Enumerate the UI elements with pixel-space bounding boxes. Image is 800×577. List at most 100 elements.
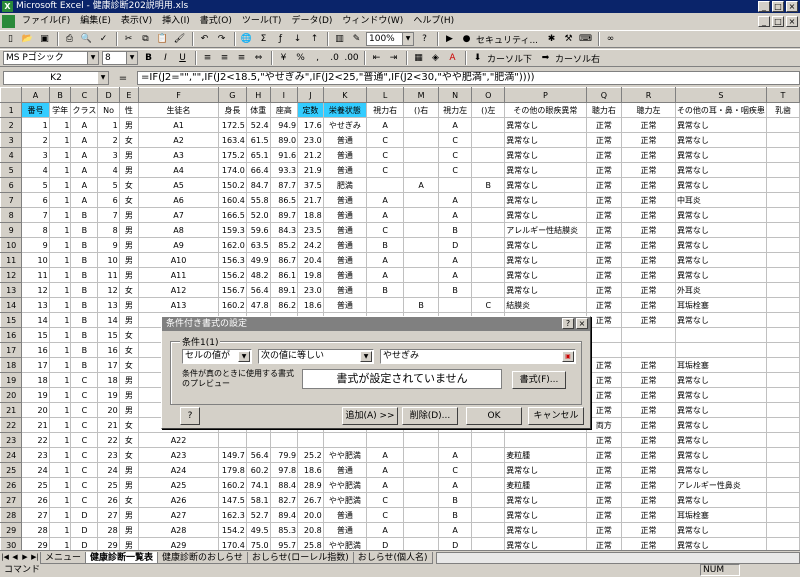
cell[interactable] bbox=[765, 432, 800, 448]
header-cell[interactable]: クラス bbox=[70, 102, 99, 118]
cell[interactable]: 普通 bbox=[322, 522, 368, 538]
cell[interactable]: 23.5 bbox=[297, 222, 324, 238]
cell[interactable]: 13 bbox=[21, 297, 50, 313]
cell[interactable]: 10 bbox=[97, 252, 120, 268]
row-header[interactable]: 9 bbox=[0, 222, 23, 238]
row-header[interactable]: 27 bbox=[0, 492, 23, 508]
cell[interactable] bbox=[471, 237, 506, 253]
cell[interactable]: 異常なし bbox=[504, 492, 587, 508]
underline-icon[interactable]: U bbox=[175, 51, 190, 66]
column-header[interactable]: K bbox=[322, 87, 368, 103]
cell[interactable] bbox=[403, 492, 439, 508]
cell[interactable]: 男 bbox=[118, 372, 140, 388]
cell[interactable] bbox=[403, 477, 439, 493]
cell[interactable] bbox=[471, 522, 506, 538]
function-icon[interactable]: ƒ bbox=[273, 32, 288, 47]
cell[interactable] bbox=[471, 477, 506, 493]
cell[interactable]: 55.8 bbox=[245, 192, 271, 208]
zoom-select[interactable]: 100% ▼ bbox=[366, 32, 414, 46]
cell[interactable] bbox=[403, 147, 439, 163]
cell[interactable]: 異常なし bbox=[674, 432, 767, 448]
cell[interactable]: 女 bbox=[118, 357, 140, 373]
header-cell[interactable]: 視力左 bbox=[437, 102, 473, 118]
cell[interactable]: 1 bbox=[48, 537, 72, 550]
format-painter-icon[interactable]: 🖌 bbox=[172, 32, 187, 47]
cell[interactable]: 普通 bbox=[322, 252, 368, 268]
cell[interactable]: 異常なし bbox=[504, 537, 587, 550]
font-color-icon[interactable]: A bbox=[445, 51, 460, 66]
cell[interactable]: A bbox=[70, 162, 99, 178]
cell[interactable] bbox=[765, 342, 800, 358]
cell[interactable]: A7 bbox=[138, 207, 219, 223]
cell[interactable]: 異常なし bbox=[674, 177, 767, 193]
cell[interactable]: 異常なし bbox=[504, 192, 587, 208]
cell[interactable]: 37.5 bbox=[297, 177, 324, 193]
cell[interactable]: 21.9 bbox=[297, 162, 324, 178]
hyperlink-icon[interactable]: 🌐 bbox=[239, 32, 254, 47]
doc-close-button[interactable]: × bbox=[786, 16, 798, 27]
cell[interactable]: 2 bbox=[97, 132, 120, 148]
cell[interactable]: A9 bbox=[138, 237, 219, 253]
cell[interactable]: 49.9 bbox=[245, 252, 271, 268]
cell[interactable]: A bbox=[437, 447, 473, 463]
cell[interactable]: 男 bbox=[118, 237, 140, 253]
cell[interactable]: 正常 bbox=[621, 372, 676, 388]
undo-icon[interactable]: ↶ bbox=[197, 32, 212, 47]
column-header[interactable]: Q bbox=[585, 87, 623, 103]
ok-button[interactable]: OK bbox=[466, 407, 522, 425]
cell[interactable]: 異常なし bbox=[674, 147, 767, 163]
tab-notice-personal[interactable]: おしらせ(個人名) bbox=[352, 551, 433, 564]
cell[interactable]: 男 bbox=[118, 207, 140, 223]
cell[interactable]: A29 bbox=[138, 537, 219, 550]
cell[interactable]: 24 bbox=[97, 462, 120, 478]
cell[interactable]: 61.5 bbox=[245, 132, 271, 148]
column-header[interactable]: N bbox=[437, 87, 473, 103]
cell[interactable]: A24 bbox=[138, 462, 219, 478]
cell[interactable]: 普通 bbox=[322, 237, 368, 253]
cell[interactable]: 1 bbox=[48, 447, 72, 463]
cell[interactable]: A bbox=[70, 147, 99, 163]
cell[interactable]: 172.5 bbox=[217, 117, 247, 133]
cell[interactable]: 162.0 bbox=[217, 237, 247, 253]
cell[interactable] bbox=[585, 342, 623, 358]
cell[interactable]: 150.2 bbox=[217, 177, 247, 193]
cell[interactable]: 48.2 bbox=[245, 267, 271, 283]
cell[interactable]: C bbox=[70, 447, 99, 463]
cell[interactable]: 異常なし bbox=[674, 522, 767, 538]
cell[interactable] bbox=[437, 432, 473, 448]
align-center-icon[interactable]: ≡ bbox=[217, 51, 232, 66]
cell[interactable]: 普通 bbox=[322, 222, 368, 238]
cell[interactable]: 1 bbox=[48, 267, 72, 283]
menu-tools[interactable]: ツール(T) bbox=[237, 14, 287, 29]
cell[interactable]: 正常 bbox=[621, 132, 676, 148]
cell[interactable]: A bbox=[437, 252, 473, 268]
cell[interactable]: 19 bbox=[21, 387, 50, 403]
cell[interactable]: 11 bbox=[97, 267, 120, 283]
cell[interactable]: 13 bbox=[97, 297, 120, 313]
cell[interactable]: C bbox=[70, 462, 99, 478]
cell[interactable]: B bbox=[70, 312, 99, 328]
row-header[interactable]: 14 bbox=[0, 297, 23, 313]
cell[interactable]: A2 bbox=[138, 132, 219, 148]
cell[interactable]: 正常 bbox=[621, 297, 676, 313]
header-cell[interactable]: ()右 bbox=[403, 102, 439, 118]
cell[interactable]: C bbox=[437, 462, 473, 478]
cell[interactable] bbox=[621, 342, 676, 358]
cell[interactable]: 29 bbox=[21, 537, 50, 550]
cell[interactable] bbox=[471, 282, 506, 298]
cell[interactable]: 異常なし bbox=[674, 117, 767, 133]
column-header[interactable]: O bbox=[471, 87, 506, 103]
cell[interactable]: 普通 bbox=[322, 282, 368, 298]
cell[interactable]: 147.5 bbox=[217, 492, 247, 508]
row-header[interactable]: 13 bbox=[0, 282, 23, 298]
cell[interactable]: 正常 bbox=[621, 312, 676, 328]
cell[interactable]: 84.7 bbox=[245, 177, 271, 193]
cell[interactable]: 3 bbox=[97, 147, 120, 163]
maximize-button[interactable]: □ bbox=[772, 1, 784, 12]
arrow-right-icon[interactable]: ➡ bbox=[538, 51, 553, 66]
cell[interactable]: A bbox=[70, 132, 99, 148]
cell[interactable]: 正常 bbox=[621, 447, 676, 463]
cell[interactable]: 耳垢栓塞 bbox=[674, 357, 767, 373]
cell[interactable] bbox=[765, 417, 800, 433]
percent-icon[interactable]: % bbox=[293, 51, 308, 66]
